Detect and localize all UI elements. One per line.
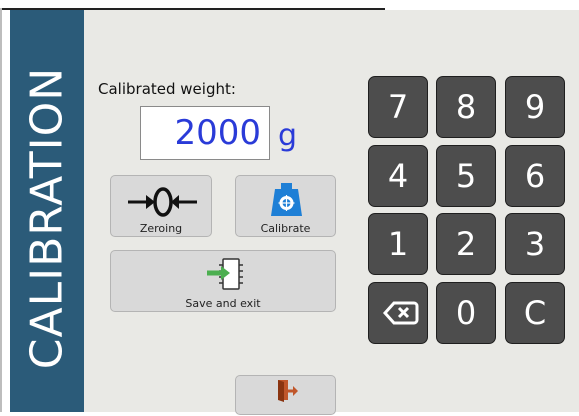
key-9[interactable]: 9: [505, 76, 565, 138]
window-left-border: [0, 8, 2, 412]
key-4-label: 4: [387, 157, 409, 195]
sidebar-title: CALIBRATION: [21, 66, 73, 370]
key-clear[interactable]: C: [505, 282, 565, 344]
key-9-label: 9: [524, 88, 546, 126]
key-clear-label: C: [523, 294, 547, 332]
key-0-label: 0: [455, 294, 477, 332]
exit-door-icon: [278, 380, 298, 402]
zeroing-icon: [128, 187, 197, 217]
key-5-label: 5: [455, 157, 477, 195]
save-chip-icon: [207, 258, 243, 290]
calibrated-weight-label: Calibrated weight:: [98, 80, 236, 98]
save-and-exit-button[interactable]: Save and exit: [110, 250, 336, 312]
zeroing-button[interactable]: Zeroing: [110, 175, 212, 237]
key-1-label: 1: [387, 225, 409, 263]
key-8-label: 8: [455, 88, 477, 126]
key-6-label: 6: [524, 157, 546, 195]
calibrate-button[interactable]: Calibrate: [235, 175, 336, 237]
key-8[interactable]: 8: [436, 76, 496, 138]
key-2[interactable]: 2: [436, 213, 496, 275]
calibrated-weight-field[interactable]: 2000: [140, 106, 270, 160]
exit-button[interactable]: [235, 375, 336, 415]
calibrate-label: Calibrate: [260, 222, 311, 235]
key-3-label: 3: [524, 225, 546, 263]
weight-unit: g: [278, 118, 298, 153]
key-7[interactable]: 7: [368, 76, 428, 138]
key-4[interactable]: 4: [368, 145, 428, 207]
zeroing-label: Zeroing: [139, 222, 183, 235]
key-2-label: 2: [455, 225, 477, 263]
key-7-label: 7: [387, 88, 409, 126]
key-5[interactable]: 5: [436, 145, 496, 207]
save-and-exit-label: Save and exit: [185, 297, 261, 310]
key-1[interactable]: 1: [368, 213, 428, 275]
key-3[interactable]: 3: [505, 213, 565, 275]
key-0[interactable]: 0: [436, 282, 496, 344]
key-backspace[interactable]: [368, 282, 428, 344]
key-6[interactable]: 6: [505, 145, 565, 207]
calibration-weight-icon: [271, 183, 302, 216]
backspace-icon: [382, 301, 419, 325]
